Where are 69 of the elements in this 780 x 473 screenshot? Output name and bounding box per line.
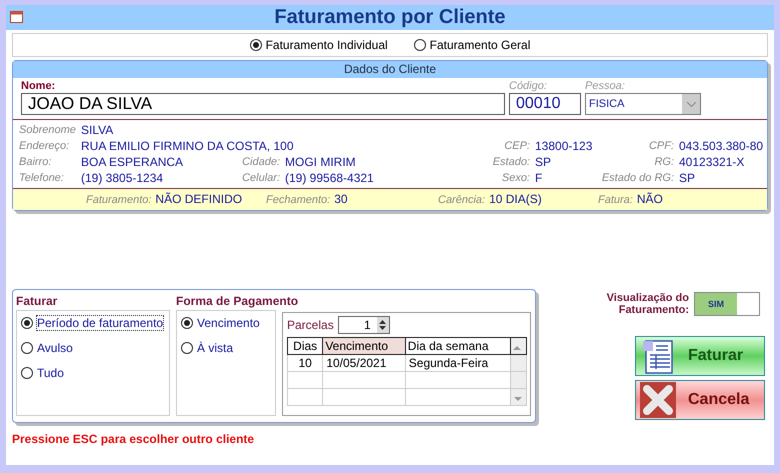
billing-label: Fechamento:	[266, 192, 330, 208]
field-label: Endereço:	[19, 139, 70, 154]
billing-label: Faturamento:	[86, 192, 152, 208]
preview-toggle[interactable]: SIM	[694, 292, 760, 316]
billing-label: Fatura:	[598, 192, 633, 208]
field-value: (19) 99568-4321	[285, 171, 374, 186]
billing-value: 30	[334, 192, 348, 206]
field-value: SP	[535, 155, 552, 170]
field-label: Cidade:	[241, 155, 281, 170]
installments-label: Parcelas	[287, 318, 334, 332]
person-label: Pessoa:	[585, 80, 626, 92]
payment-radio[interactable]: À vista	[181, 341, 271, 355]
field-value: 13800-123	[535, 139, 592, 154]
name-label: Nome:	[21, 80, 56, 92]
mode-radio[interactable]: Faturamento Geral	[414, 38, 530, 52]
field-label: CPF:	[648, 139, 675, 154]
billing-value: 10 DIA(S)	[489, 192, 542, 206]
billing-radio[interactable]: Tudo	[21, 366, 165, 380]
field-value: 40123321-X	[679, 155, 744, 170]
column-header: Vencimento	[322, 338, 406, 354]
table-cell: 10	[288, 354, 323, 372]
billing-radio[interactable]: Período de faturamento	[21, 316, 165, 330]
field-label: Bairro:	[19, 155, 52, 170]
scroll-down-icon	[514, 397, 522, 402]
field-label: Telefone:	[19, 171, 65, 186]
installments-spinner[interactable]: 1	[338, 316, 390, 334]
field-value: F	[535, 171, 542, 186]
column-header: Dia da semana	[405, 338, 510, 354]
field-value: MOGI MIRIM	[285, 155, 356, 170]
field-value: 043.503.380-80	[679, 139, 764, 154]
field-label: Sobrenome	[19, 123, 77, 138]
billing-label: Carência:	[438, 192, 486, 208]
name-field[interactable]: JOAO DA SILVA	[21, 93, 505, 115]
panel-title: Dados do Cliente	[13, 61, 767, 78]
column-header: Dias	[288, 338, 323, 354]
field-label: RG:	[653, 155, 675, 170]
code-label: Código:	[509, 80, 548, 92]
invoice-icon	[640, 338, 676, 374]
field-label: Estado:	[492, 155, 531, 170]
calendar-icon	[10, 10, 23, 23]
preview-label: Visualização do Faturamento:	[606, 292, 689, 316]
spin-arrows-icon	[379, 319, 386, 331]
mode-radio[interactable]: Faturamento Individual	[250, 38, 388, 52]
cancel-x-icon	[640, 382, 676, 418]
group-title: Faturar	[16, 294, 58, 309]
billing-value: NÃO	[636, 192, 663, 206]
invoice-button[interactable]: Faturar	[635, 336, 765, 376]
code-field[interactable]: 00010	[509, 93, 581, 115]
cancel-button[interactable]: Cancela	[635, 380, 765, 420]
payment-radio[interactable]: Vencimento	[181, 316, 271, 330]
scroll-up-icon	[513, 345, 521, 350]
group-title: Forma de Pagamento	[176, 294, 298, 309]
field-value: RUA EMILIO FIRMINO DA COSTA, 100	[81, 139, 294, 154]
field-label: CEP:	[503, 139, 531, 154]
billing-value: NÃO DEFINIDO	[155, 192, 242, 206]
billing-radio[interactable]: Avulso	[21, 341, 165, 355]
person-dropdown[interactable]: FISICA	[585, 93, 701, 115]
field-label: Celular:	[241, 171, 281, 186]
field-label: Estado do RG:	[600, 171, 675, 186]
field-value: (19) 3805-1234	[81, 171, 164, 186]
field-value: SILVA	[81, 123, 114, 138]
window-title: Faturamento por Cliente	[274, 6, 506, 29]
chevron-icon	[686, 102, 696, 106]
table-cell: Segunda-Feira	[405, 354, 510, 372]
table-cell: 10/05/2021	[322, 354, 406, 372]
field-value: BOA ESPERANCA	[81, 155, 184, 170]
field-value: SP	[679, 171, 696, 186]
field-label: Sexo:	[500, 171, 531, 186]
hint-text: Pressione ESC para escolher outro cliente	[12, 432, 256, 446]
